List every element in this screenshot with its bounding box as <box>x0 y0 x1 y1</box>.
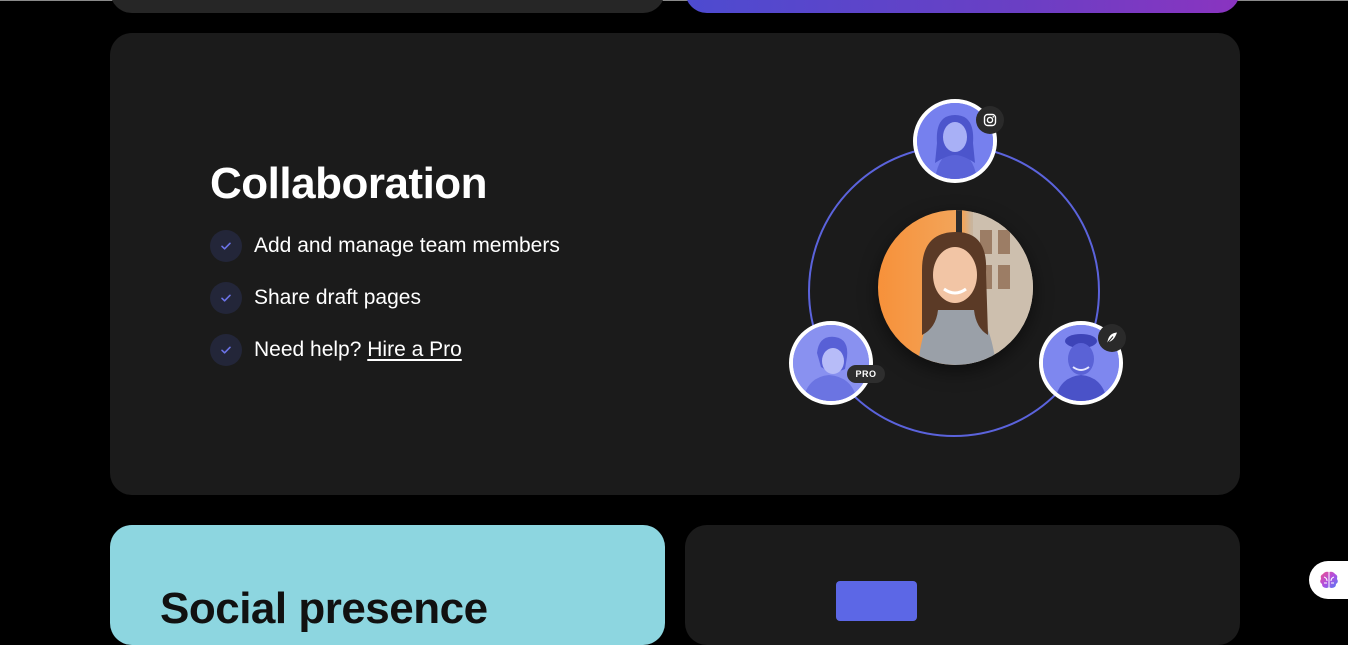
feather-icon <box>1098 324 1126 352</box>
next-feature-card <box>685 525 1240 645</box>
pro-badge: PRO <box>847 365 885 383</box>
assistant-widget-button[interactable] <box>1309 561 1348 599</box>
feature-item-team: Add and manage team members <box>210 230 560 262</box>
previous-card-right-gradient <box>685 0 1240 13</box>
check-icon <box>210 230 242 262</box>
collaboration-title: Collaboration <box>210 159 488 208</box>
feature-label: Share draft pages <box>254 286 421 309</box>
brain-icon <box>1320 571 1338 588</box>
social-presence-card: Social presence <box>110 525 665 645</box>
feature-item-drafts: Share draft pages <box>210 282 421 314</box>
check-icon <box>210 282 242 314</box>
main-user-avatar <box>878 210 1033 365</box>
feature-illustration-block <box>836 581 917 621</box>
hire-a-pro-link[interactable]: Hire a Pro <box>367 338 462 361</box>
feature-label: Need help? Hire a Pro <box>254 334 462 366</box>
collaborator-avatar-left <box>789 321 873 405</box>
social-presence-title: Social presence <box>160 584 488 633</box>
instagram-icon <box>976 106 1004 134</box>
collaboration-card: Collaboration Add and manage team member… <box>110 33 1240 495</box>
previous-card-left <box>110 0 665 13</box>
feature-item-help: Need help? Hire a Pro <box>210 334 462 366</box>
check-icon <box>210 334 242 366</box>
help-question: Need help? <box>254 338 362 361</box>
feature-label: Add and manage team members <box>254 234 560 257</box>
